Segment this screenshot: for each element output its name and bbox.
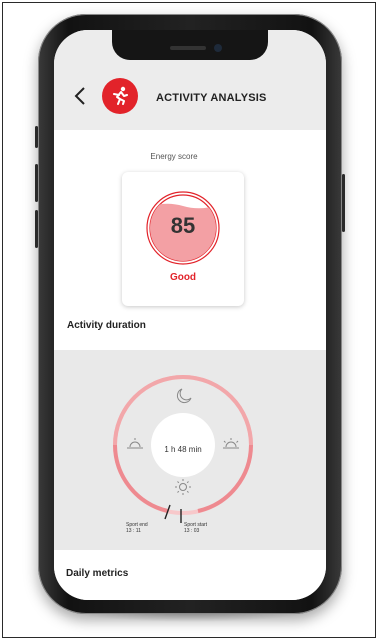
sport-start-time: 13 : 03 — [184, 528, 200, 534]
sunset-icon — [127, 438, 143, 449]
energy-score-card[interactable] — [122, 172, 244, 306]
energy-score-value: 85 — [170, 213, 196, 238]
activity-badge — [102, 78, 138, 114]
power-button — [342, 174, 345, 232]
sport-start-label: Sport start 13 : 03 — [184, 522, 207, 534]
energy-gauge — [146, 191, 220, 265]
sunrise-icon — [223, 438, 239, 449]
sport-end-time: 13 : 11 — [126, 528, 141, 534]
daily-metrics-heading[interactable]: Daily metrics — [66, 568, 128, 579]
duration-total: 1 h 48 min — [164, 445, 202, 454]
volume-down-button — [35, 210, 38, 248]
speaker-grille — [170, 46, 206, 50]
front-camera — [214, 44, 222, 52]
energy-score-rating: Good — [169, 272, 197, 283]
volume-up-button — [35, 164, 38, 202]
moon-icon — [176, 388, 192, 404]
energy-score-label: Energy score — [150, 152, 198, 161]
sun-icon — [175, 479, 191, 495]
activity-duration-heading: Activity duration — [67, 320, 146, 331]
sport-end-label: Sport end 13 : 11 — [126, 522, 148, 534]
runner-icon — [113, 86, 128, 105]
page-title: ACTIVITY ANALYSIS — [156, 92, 267, 104]
chevron-left-icon — [74, 87, 85, 105]
mute-switch — [35, 126, 38, 148]
phone-screen: ACTIVITY ANALYSIS Energy score 85 Good A… — [54, 30, 326, 600]
back-button[interactable] — [74, 86, 86, 110]
phone-notch — [112, 30, 268, 60]
